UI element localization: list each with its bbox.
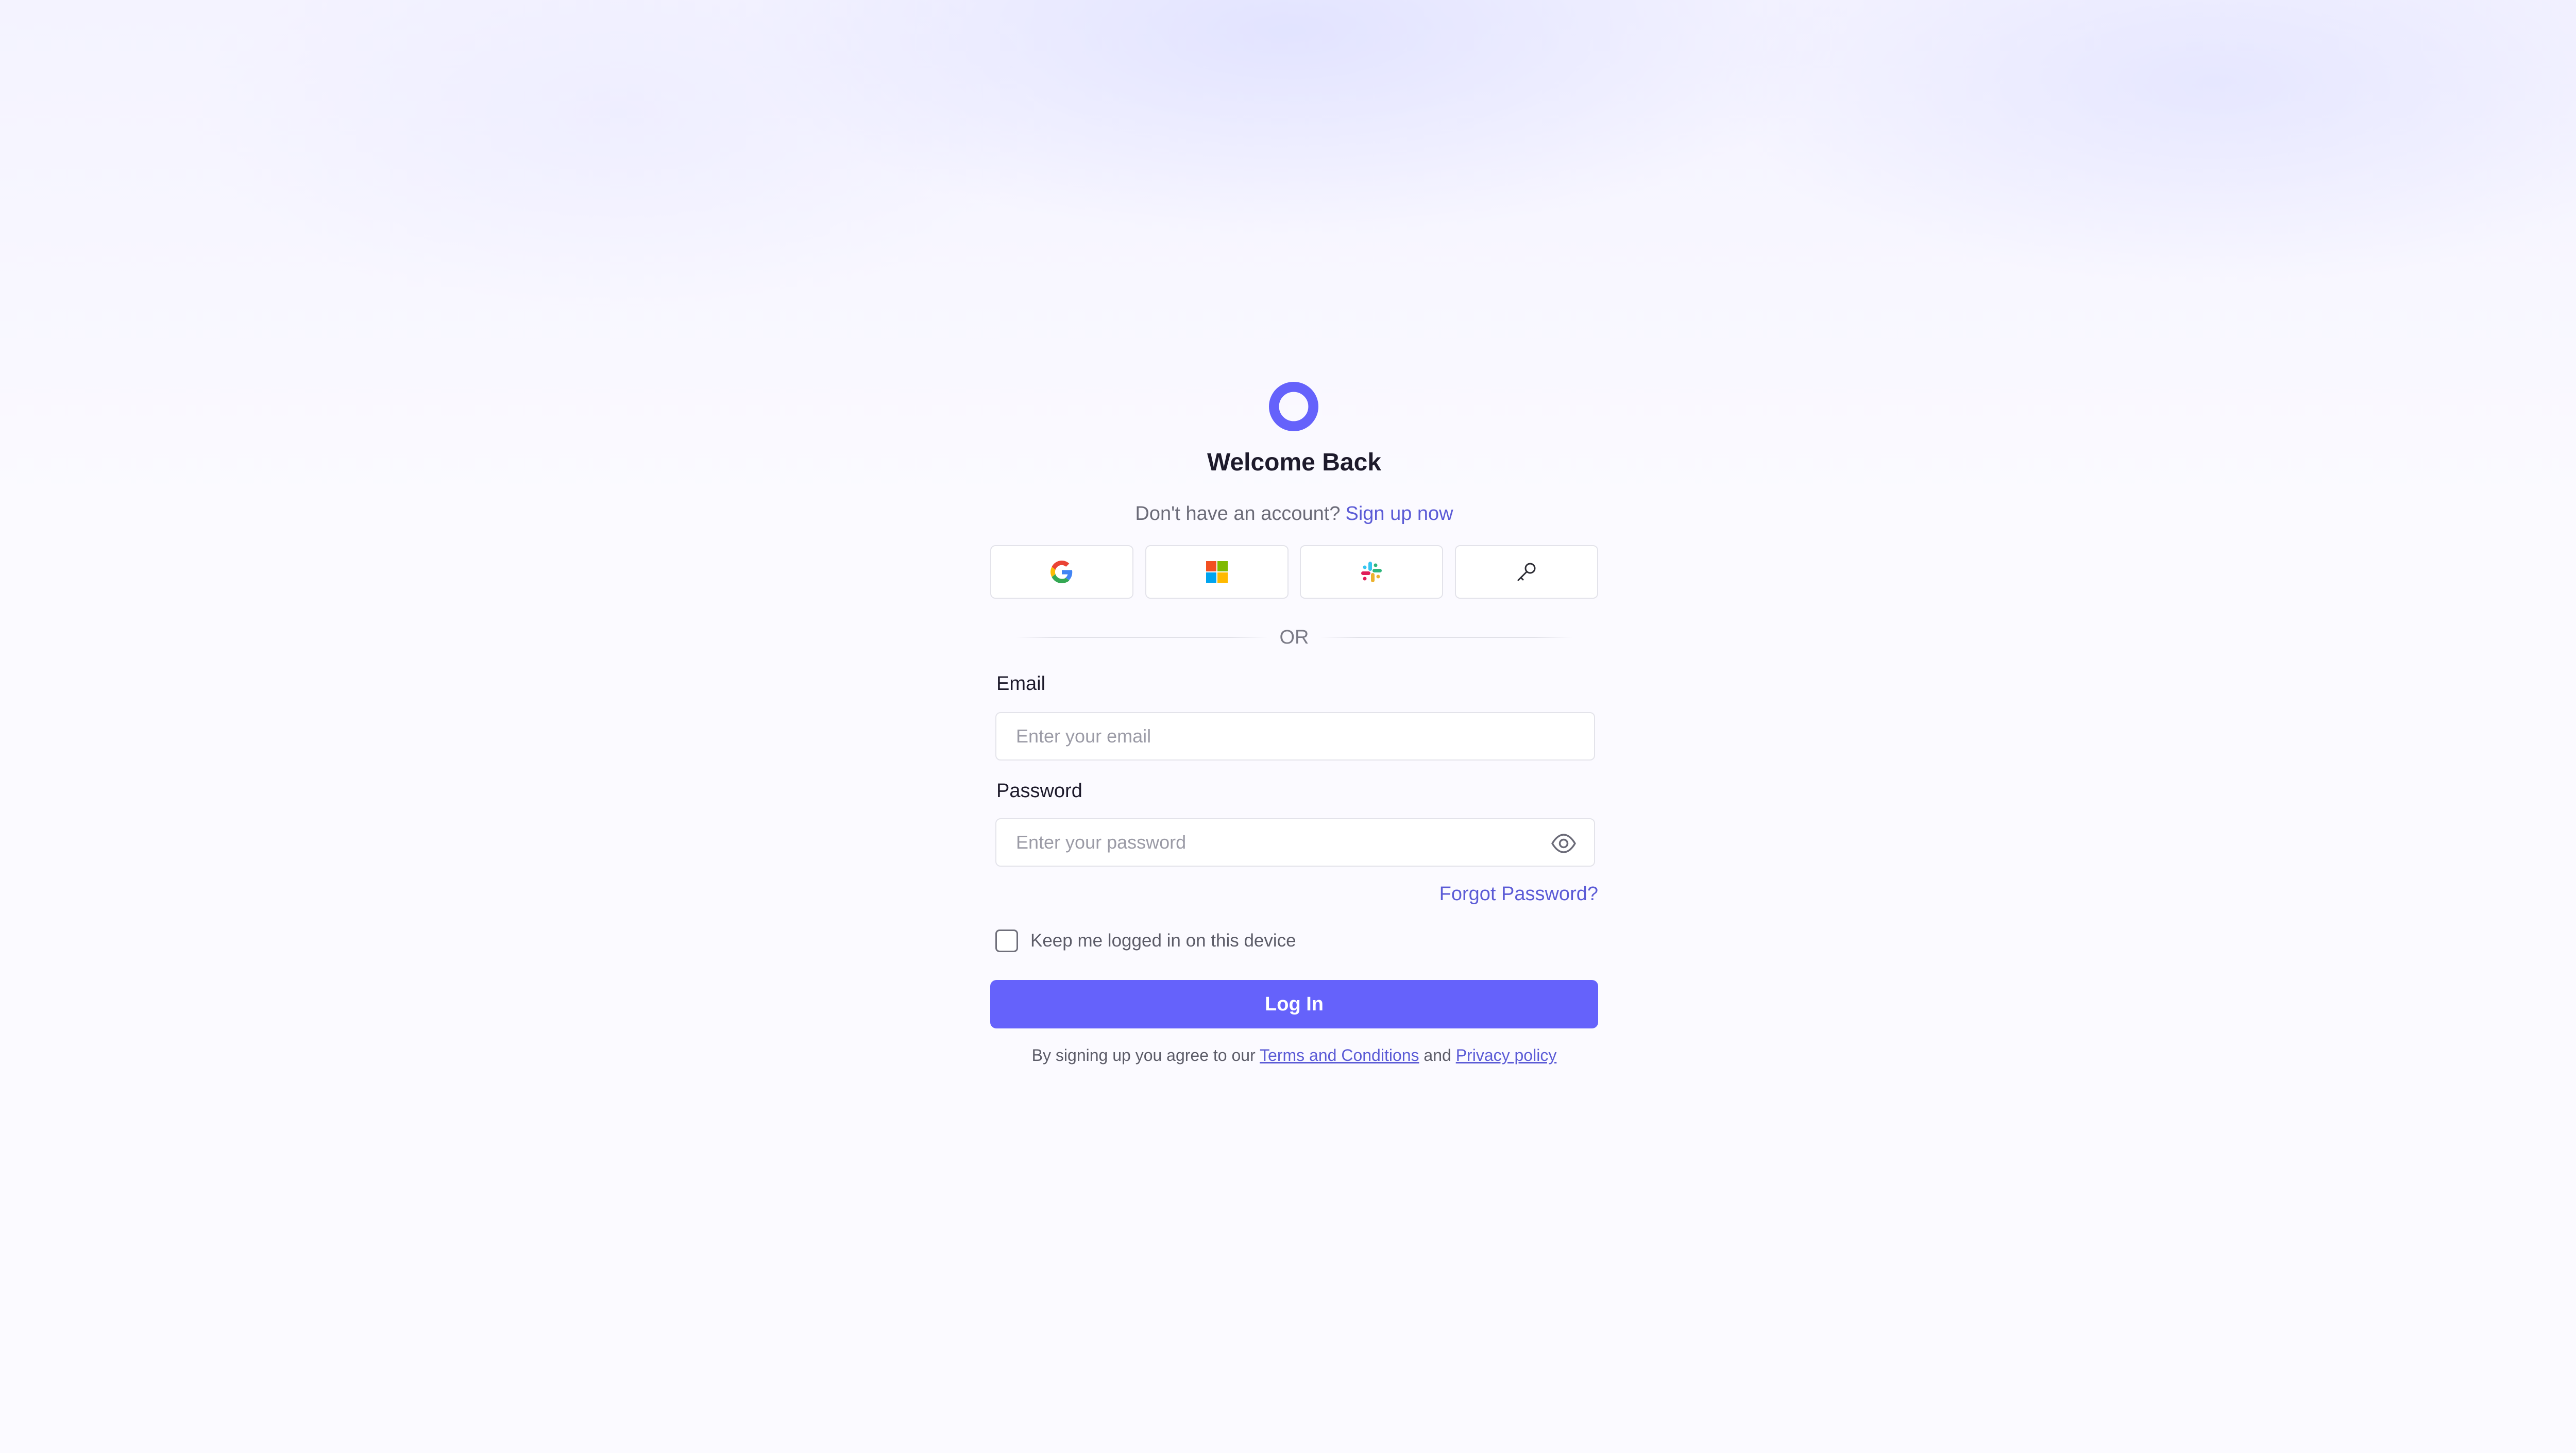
password-field-container bbox=[995, 818, 1595, 867]
remember-me[interactable]: Keep me logged in on this device bbox=[995, 930, 1296, 952]
slack-icon bbox=[1361, 562, 1382, 582]
terms-link[interactable]: Terms and Conditions bbox=[1260, 1046, 1419, 1065]
no-account-text: Don't have an account? bbox=[1135, 503, 1341, 525]
eye-icon[interactable] bbox=[1551, 832, 1577, 855]
remember-label: Keep me logged in on this device bbox=[1030, 931, 1296, 951]
login-button[interactable]: Log In bbox=[990, 980, 1598, 1028]
microsoft-icon bbox=[1206, 561, 1228, 583]
slack-login-button[interactable] bbox=[1300, 545, 1444, 599]
page-title: Welcome Back bbox=[1207, 449, 1381, 476]
or-divider: OR bbox=[1016, 624, 1572, 650]
signup-prompt: Don't have an account? Sign up now bbox=[990, 503, 1598, 525]
password-field[interactable] bbox=[996, 819, 1594, 866]
email-field[interactable] bbox=[996, 713, 1594, 759]
divider-line-right bbox=[1320, 637, 1572, 638]
email-label: Email bbox=[996, 673, 1046, 695]
sso-login-button[interactable] bbox=[1454, 545, 1598, 599]
password-label: Password bbox=[996, 780, 1082, 802]
forgot-password-link[interactable]: Forgot Password? bbox=[1439, 883, 1598, 905]
email-field-container bbox=[995, 712, 1595, 761]
agree-text: By signing up you agree to our bbox=[1031, 1046, 1256, 1065]
social-login-buttons bbox=[990, 545, 1598, 599]
signup-link[interactable]: Sign up now bbox=[1345, 503, 1453, 525]
google-login-button[interactable] bbox=[990, 545, 1133, 599]
privacy-link[interactable]: Privacy policy bbox=[1456, 1046, 1557, 1065]
key-icon bbox=[1517, 563, 1536, 581]
remember-checkbox[interactable] bbox=[995, 930, 1018, 952]
terms-notice: By signing up you agree to our Terms and… bbox=[990, 1046, 1598, 1065]
or-label: OR bbox=[1279, 626, 1309, 648]
divider-line-left bbox=[1016, 637, 1268, 638]
ring-logo-icon bbox=[1268, 381, 1319, 432]
google-icon bbox=[1050, 561, 1073, 583]
microsoft-login-button[interactable] bbox=[1145, 545, 1289, 599]
and-text: and bbox=[1423, 1046, 1451, 1065]
